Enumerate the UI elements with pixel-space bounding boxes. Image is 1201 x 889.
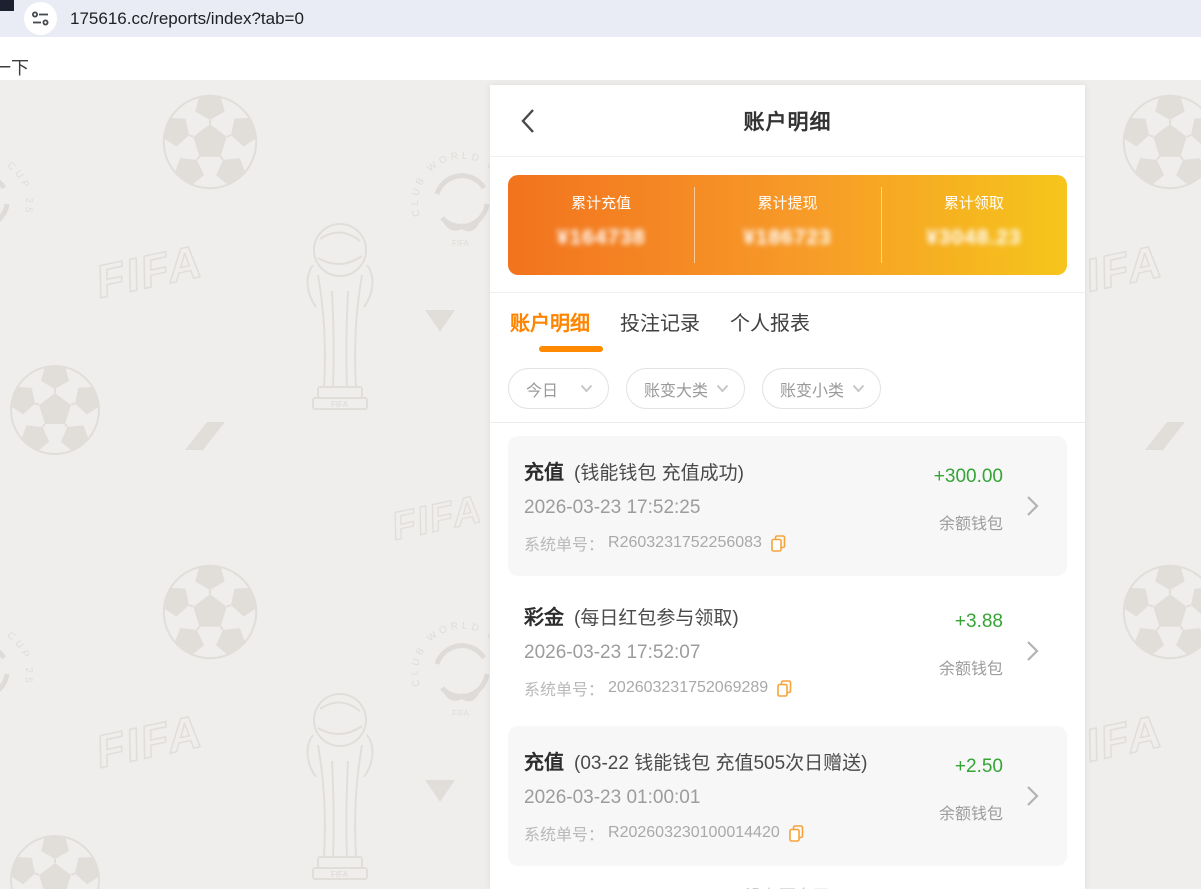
chevron-down-icon (716, 384, 729, 393)
tune-icon (32, 11, 49, 26)
url-text[interactable]: 175616.cc/reports/index?tab=0 (70, 0, 304, 37)
site-info-button[interactable] (24, 2, 57, 35)
chevron-down-icon (852, 384, 865, 393)
chevron-left-icon (520, 108, 535, 134)
copy-icon (771, 535, 786, 552)
filter-date-dropdown[interactable]: 今日 (508, 368, 609, 409)
summary-value-blurred: ¥164738 (557, 226, 646, 250)
clipped-corner-text: 一下 (0, 54, 29, 80)
chevron-right-icon (1026, 785, 1039, 807)
txn-type: 充值 (524, 456, 564, 485)
txn-order-number: 202603231752069289 (608, 679, 768, 697)
transaction-row[interactable]: 充值 (钱能钱包 充值成功) 2026-03-23 17:52:25 系统单号：… (508, 436, 1067, 576)
txn-type: 彩金 (524, 601, 564, 630)
transaction-row[interactable]: 充值 (03-22 钱能钱包 充值505次日赠送) 2026-03-23 01:… (508, 726, 1067, 866)
no-more-text: 没有更多了 (490, 882, 1085, 889)
summary-banner: 累计充值 ¥164738 累计提现 ¥186723 累计领取 ¥3048.23 (508, 175, 1067, 275)
copy-icon (777, 680, 792, 697)
txn-order-number: R2603231752256083 (608, 534, 762, 552)
transaction-row[interactable]: 彩金 (每日红包参与领取) 2026-03-23 17:52:07 系统单号： … (508, 581, 1067, 721)
tabs-bar: 账户明细 投注记录 个人报表 (490, 293, 1085, 352)
window-corner (0, 0, 14, 11)
summary-label: 累计领取 (944, 192, 1004, 213)
summary-label: 累计充值 (571, 192, 631, 213)
filter-label: 今日 (526, 377, 558, 401)
browser-url-bar: 175616.cc/reports/index?tab=0 (0, 0, 1201, 37)
summary-total-withdraw: 累计提现 ¥186723 (694, 175, 880, 275)
chevron-right-icon (1026, 640, 1039, 662)
summary-total-deposit: 累计充值 ¥164738 (508, 175, 694, 275)
summary-total-claimed: 累计领取 ¥3048.23 (881, 175, 1067, 275)
txn-wallet: 余额钱包 (939, 800, 1003, 824)
txn-amount: +300.00 (934, 466, 1003, 488)
filters-bar: 今日 账变大类 账变小类 (490, 368, 1085, 423)
txn-wallet: 余额钱包 (934, 510, 1003, 534)
tab-account-detail[interactable]: 账户明细 (510, 307, 590, 336)
txn-description: (钱能钱包 充值成功) (574, 458, 744, 485)
txn-type: 充值 (524, 746, 564, 775)
txn-order-label: 系统单号： (524, 531, 604, 555)
filter-label: 账变大类 (644, 377, 708, 401)
filter-minor-type-dropdown[interactable]: 账变小类 (762, 368, 881, 409)
txn-datetime: 2026-03-23 17:52:07 (524, 642, 917, 664)
copy-button[interactable] (789, 825, 804, 842)
page-top-strip: 一下 (0, 37, 1201, 80)
txn-order-number: R202603230100014420 (608, 824, 780, 842)
summary-value-blurred: ¥186723 (743, 226, 832, 250)
txn-order-label: 系统单号： (524, 821, 604, 845)
txn-order-label: 系统单号： (524, 676, 604, 700)
filter-label: 账变小类 (780, 377, 844, 401)
account-detail-panel: 账户明细 累计充值 ¥164738 累计提现 ¥186723 累计领取 ¥304… (490, 85, 1085, 889)
summary-section: 累计充值 ¥164738 累计提现 ¥186723 累计领取 ¥3048.23 (490, 157, 1085, 293)
copy-button[interactable] (777, 680, 792, 697)
txn-datetime: 2026-03-23 17:52:25 (524, 497, 917, 519)
summary-value-blurred: ¥3048.23 (926, 226, 1022, 250)
transaction-list: 充值 (钱能钱包 充值成功) 2026-03-23 17:52:25 系统单号：… (490, 436, 1085, 866)
chevron-down-icon (580, 384, 593, 393)
summary-label: 累计提现 (757, 192, 817, 213)
txn-amount: +2.50 (939, 756, 1003, 778)
tab-personal-report[interactable]: 个人报表 (730, 307, 810, 336)
txn-wallet: 余额钱包 (939, 655, 1003, 679)
txn-amount: +3.88 (939, 611, 1003, 633)
txn-description: (03-22 钱能钱包 充值505次日赠送) (574, 748, 868, 775)
copy-button[interactable] (771, 535, 786, 552)
tab-bet-records[interactable]: 投注记录 (620, 307, 700, 336)
txn-description: (每日红包参与领取) (574, 603, 739, 630)
chevron-right-icon (1026, 495, 1039, 517)
active-tab-underline (539, 346, 603, 352)
page-title: 账户明细 (744, 106, 832, 136)
back-button[interactable] (520, 107, 546, 135)
txn-datetime: 2026-03-23 01:00:01 (524, 787, 917, 809)
screen: FIFA FIFA CLUB WORLD CUP 25 (0, 0, 1201, 889)
filter-major-type-dropdown[interactable]: 账变大类 (626, 368, 745, 409)
copy-icon (789, 825, 804, 842)
panel-header: 账户明细 (490, 85, 1085, 157)
